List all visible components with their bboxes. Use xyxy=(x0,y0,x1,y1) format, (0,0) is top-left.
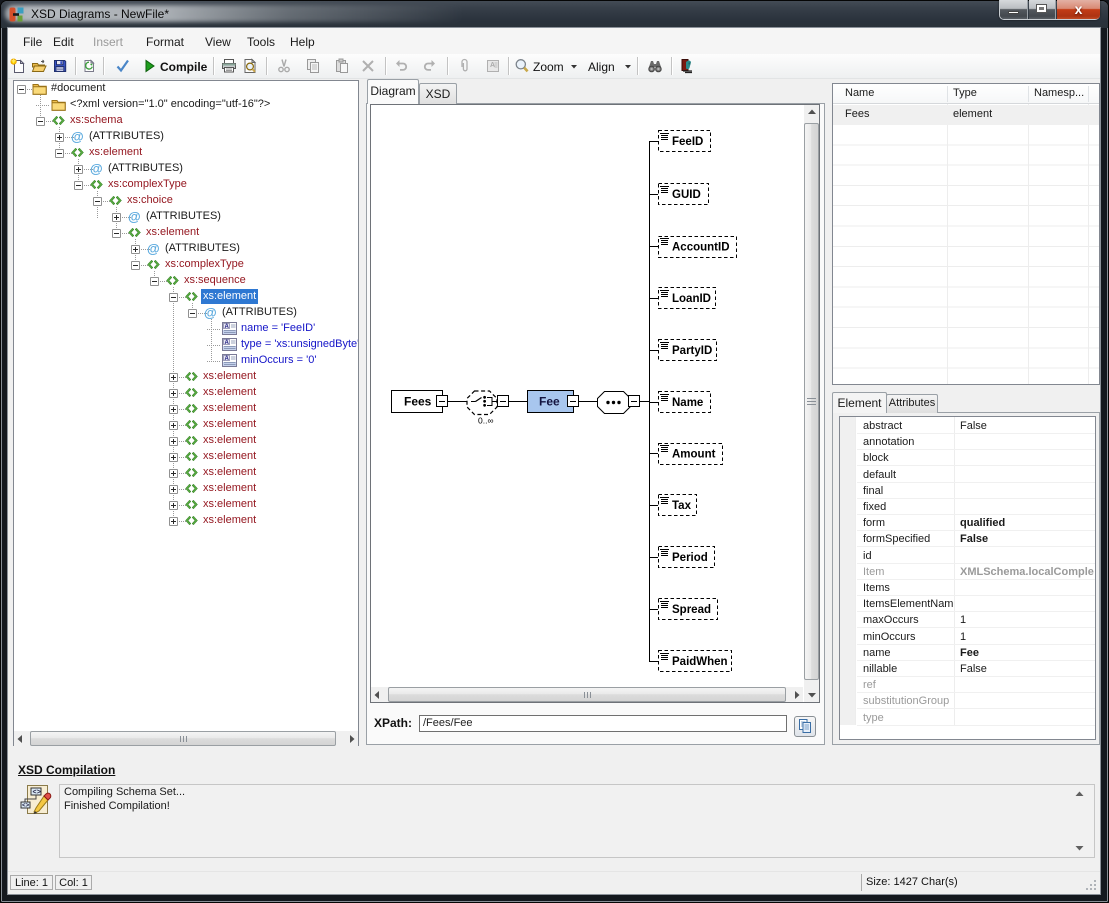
svg-text:Fees: Fees xyxy=(404,395,432,409)
svg-text:@: @ xyxy=(147,241,160,256)
svg-text:Fee: Fee xyxy=(539,395,560,409)
svg-text:A: A xyxy=(225,340,230,346)
svg-text:Amount: Amount xyxy=(672,449,716,461)
svg-text:GUID: GUID xyxy=(672,189,701,201)
svg-text:@: @ xyxy=(204,305,217,320)
svg-text:Period: Period xyxy=(672,552,708,564)
svg-text:@: @ xyxy=(128,209,141,224)
svg-text:PartyID: PartyID xyxy=(672,345,712,357)
svg-text:LoanID: LoanID xyxy=(672,293,711,305)
svg-text:A: A xyxy=(225,356,230,362)
svg-text:A: A xyxy=(225,324,230,330)
svg-text:PaidWhen: PaidWhen xyxy=(672,656,728,668)
svg-text:AccountID: AccountID xyxy=(672,242,730,254)
svg-text:0..∞: 0..∞ xyxy=(478,416,494,426)
svg-text:<>: <> xyxy=(22,802,30,809)
svg-text:FeeID: FeeID xyxy=(672,136,703,148)
svg-text:@: @ xyxy=(90,161,103,176)
svg-text:<>: <> xyxy=(33,789,41,797)
svg-text:Name: Name xyxy=(672,397,703,409)
svg-text:A: A xyxy=(490,62,495,69)
svg-text:Tax: Tax xyxy=(672,500,692,512)
svg-text:Spread: Spread xyxy=(672,604,711,616)
svg-text:@: @ xyxy=(71,129,84,144)
